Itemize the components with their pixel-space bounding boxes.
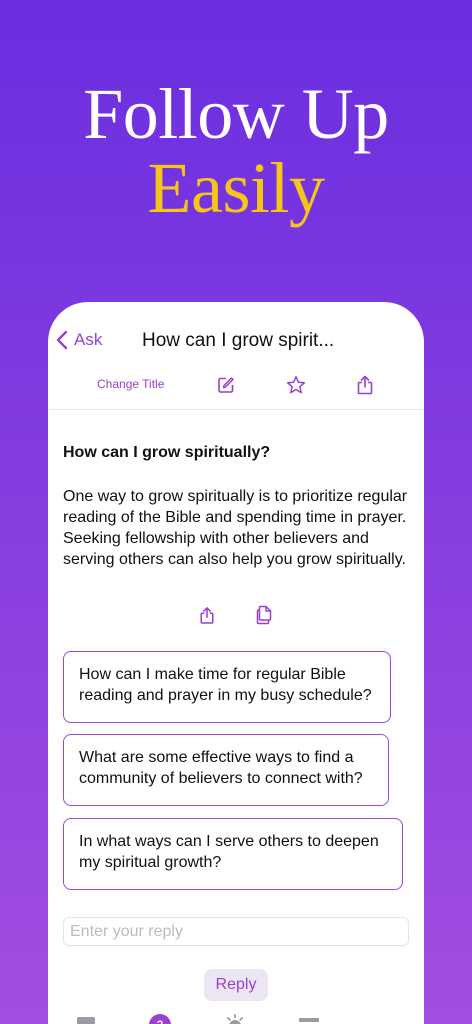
toolbar-divider — [48, 409, 424, 410]
chevron-left-icon — [56, 330, 68, 350]
book-icon — [77, 1017, 95, 1024]
reply-button[interactable]: Reply — [204, 969, 268, 1001]
tab-ask[interactable]: ? — [149, 1014, 171, 1024]
svg-text:?: ? — [157, 1019, 164, 1024]
question-text: How can I grow spiritually? — [63, 444, 271, 461]
share-icon — [200, 606, 214, 624]
share-icon — [357, 375, 373, 395]
share-button[interactable] — [354, 374, 376, 396]
suggestion-1[interactable]: How can I make time for regular Bible re… — [63, 651, 391, 723]
lightbulb-icon — [227, 1014, 243, 1024]
back-button[interactable]: Ask — [56, 330, 102, 350]
suggestion-3[interactable]: In what ways can I serve others to deepe… — [63, 818, 403, 890]
conversation-title: How can I grow spirit... — [142, 330, 335, 351]
ask-icon: ? — [149, 1014, 171, 1024]
favorite-button[interactable] — [285, 374, 307, 396]
headline-line-2: Easily — [147, 148, 325, 228]
tab-ideas[interactable] — [224, 1014, 246, 1024]
edit-button[interactable] — [215, 374, 237, 396]
share-answer-button[interactable] — [196, 604, 218, 626]
headline: Follow Up Easily — [0, 78, 472, 224]
copy-answer-button[interactable] — [253, 604, 275, 626]
tab-bible[interactable] — [76, 1014, 96, 1024]
reply-input[interactable]: Enter your reply — [63, 917, 409, 946]
headline-line-1: Follow Up — [83, 74, 389, 154]
toolbar: Change Title — [48, 372, 424, 398]
tab-list[interactable] — [298, 1014, 320, 1024]
copy-icon — [256, 605, 271, 625]
phone-screen: Ask How can I grow spirit... Change Titl… — [48, 302, 424, 1024]
list-icon — [299, 1018, 319, 1022]
suggestion-2[interactable]: What are some effective ways to find a c… — [63, 734, 389, 806]
edit-icon — [218, 377, 234, 393]
star-icon — [286, 376, 306, 394]
navigation-bar: Ask How can I grow spirit... — [48, 328, 424, 358]
tab-bar: ? — [48, 1010, 424, 1024]
answer-text: One way to grow spiritually is to priori… — [63, 488, 408, 568]
back-label: Ask — [74, 330, 103, 349]
change-title-button[interactable]: Change Title — [97, 377, 164, 391]
